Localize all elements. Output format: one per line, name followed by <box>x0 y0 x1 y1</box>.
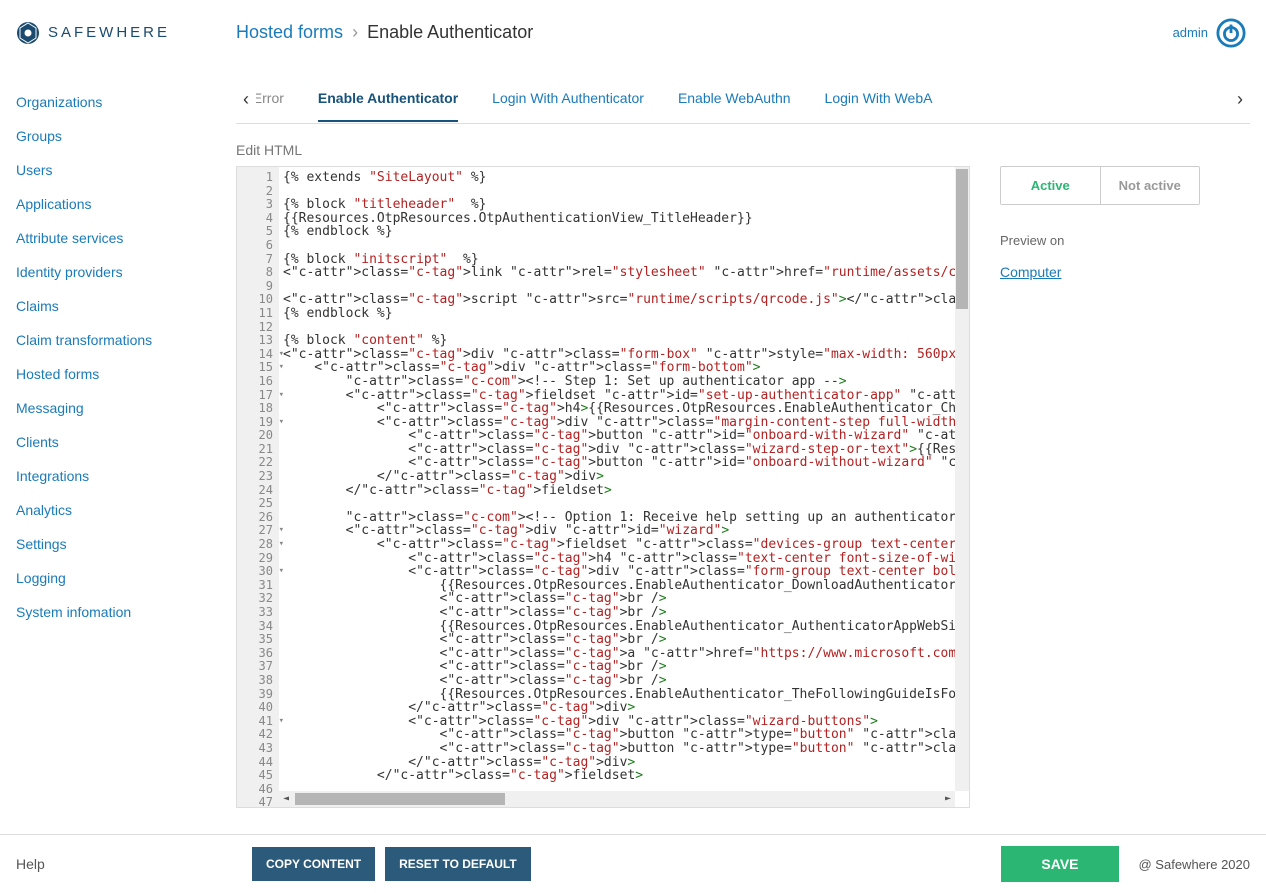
logo[interactable]: SAFEWHERE <box>16 21 236 45</box>
tabs-scroll: st Error Enable Authenticator Login With A… <box>256 76 1230 122</box>
code-editor[interactable]: 1234567891011121314151617181920212223242… <box>236 166 970 808</box>
content-area: ‹ st Error Enable Authenticator Login With… <box>236 65 1266 845</box>
horizontal-scrollbar[interactable]: ◄ ► <box>279 791 955 807</box>
user-area[interactable]: admin <box>1173 18 1246 48</box>
toggle-active[interactable]: Active <box>1001 167 1100 204</box>
sidebar-item-messaging[interactable]: Messaging <box>16 391 236 425</box>
tab-scroll-left-icon[interactable]: ‹ <box>236 89 256 110</box>
horizontal-scroll-thumb[interactable] <box>295 793 505 805</box>
toggle-inactive[interactable]: Not active <box>1100 167 1200 204</box>
footer: Help COPY CONTENT RESET TO DEFAULT SAVE … <box>0 834 1266 893</box>
action-buttons: COPY CONTENT RESET TO DEFAULT <box>252 847 531 881</box>
tab-login-with-authenticator[interactable]: Login With Authenticator <box>492 76 644 122</box>
sidebar-item-claim-transformations[interactable]: Claim transformations <box>16 323 236 357</box>
sidebar: OrganizationsGroupsUsersApplicationsAttr… <box>0 65 236 845</box>
active-toggle: Active Not active <box>1000 166 1200 205</box>
edit-html-label: Edit HTML <box>236 142 1250 158</box>
sidebar-item-users[interactable]: Users <box>16 153 236 187</box>
sidebar-item-attribute-services[interactable]: Attribute services <box>16 221 236 255</box>
sidebar-item-groups[interactable]: Groups <box>16 119 236 153</box>
tabs-row: ‹ st Error Enable Authenticator Login With… <box>236 75 1250 124</box>
logo-icon <box>16 21 40 45</box>
username: admin <box>1173 25 1208 40</box>
power-icon[interactable] <box>1216 18 1246 48</box>
sidebar-item-applications[interactable]: Applications <box>16 187 236 221</box>
vertical-scroll-thumb[interactable] <box>956 169 968 309</box>
preview-on-label: Preview on <box>1000 233 1200 248</box>
sidebar-item-claims[interactable]: Claims <box>16 289 236 323</box>
sidebar-item-integrations[interactable]: Integrations <box>16 459 236 493</box>
line-gutter: 1234567891011121314151617181920212223242… <box>237 167 279 807</box>
editor-area: 1234567891011121314151617181920212223242… <box>236 166 1250 808</box>
tab-scroll-right-icon[interactable]: › <box>1230 89 1250 110</box>
code-content[interactable]: {% extends "SiteLayout" %} {% block "tit… <box>283 171 955 791</box>
save-button[interactable]: SAVE <box>1001 846 1118 882</box>
sidebar-item-hosted-forms[interactable]: Hosted forms <box>16 357 236 391</box>
sidebar-item-analytics[interactable]: Analytics <box>16 493 236 527</box>
preview-computer-link[interactable]: Computer <box>1000 264 1200 280</box>
header: SAFEWHERE Hosted forms › Enable Authenti… <box>0 0 1266 65</box>
hscroll-left-icon[interactable]: ◄ <box>279 791 293 807</box>
main: OrganizationsGroupsUsersApplicationsAttr… <box>0 65 1266 845</box>
breadcrumb-parent[interactable]: Hosted forms <box>236 22 343 42</box>
brand-text: SAFEWHERE <box>48 24 170 41</box>
breadcrumb-separator: › <box>352 22 358 42</box>
breadcrumb: Hosted forms › Enable Authenticator <box>236 22 533 43</box>
copy-content-button[interactable]: COPY CONTENT <box>252 847 375 881</box>
sidebar-item-system-infomation[interactable]: System infomation <box>16 595 236 629</box>
tab-partial-left[interactable]: st Error <box>256 76 284 122</box>
sidebar-item-identity-providers[interactable]: Identity providers <box>16 255 236 289</box>
sidebar-item-organizations[interactable]: Organizations <box>16 85 236 119</box>
breadcrumb-current: Enable Authenticator <box>367 22 533 42</box>
sidebar-item-settings[interactable]: Settings <box>16 527 236 561</box>
sidebar-item-logging[interactable]: Logging <box>16 561 236 595</box>
reset-to-default-button[interactable]: RESET TO DEFAULT <box>385 847 531 881</box>
copyright-text: @ Safewhere 2020 <box>1139 857 1251 872</box>
tab-enable-authenticator[interactable]: Enable Authenticator <box>318 76 458 122</box>
side-panel: Active Not active Preview on Computer <box>1000 166 1200 808</box>
sidebar-item-clients[interactable]: Clients <box>16 425 236 459</box>
tab-partial-right[interactable]: Login With WebA <box>825 76 933 122</box>
tab-enable-webauthn[interactable]: Enable WebAuthn <box>678 76 791 122</box>
hscroll-right-icon[interactable]: ► <box>941 791 955 807</box>
help-link[interactable]: Help <box>16 856 252 872</box>
vertical-scrollbar[interactable] <box>955 167 969 791</box>
